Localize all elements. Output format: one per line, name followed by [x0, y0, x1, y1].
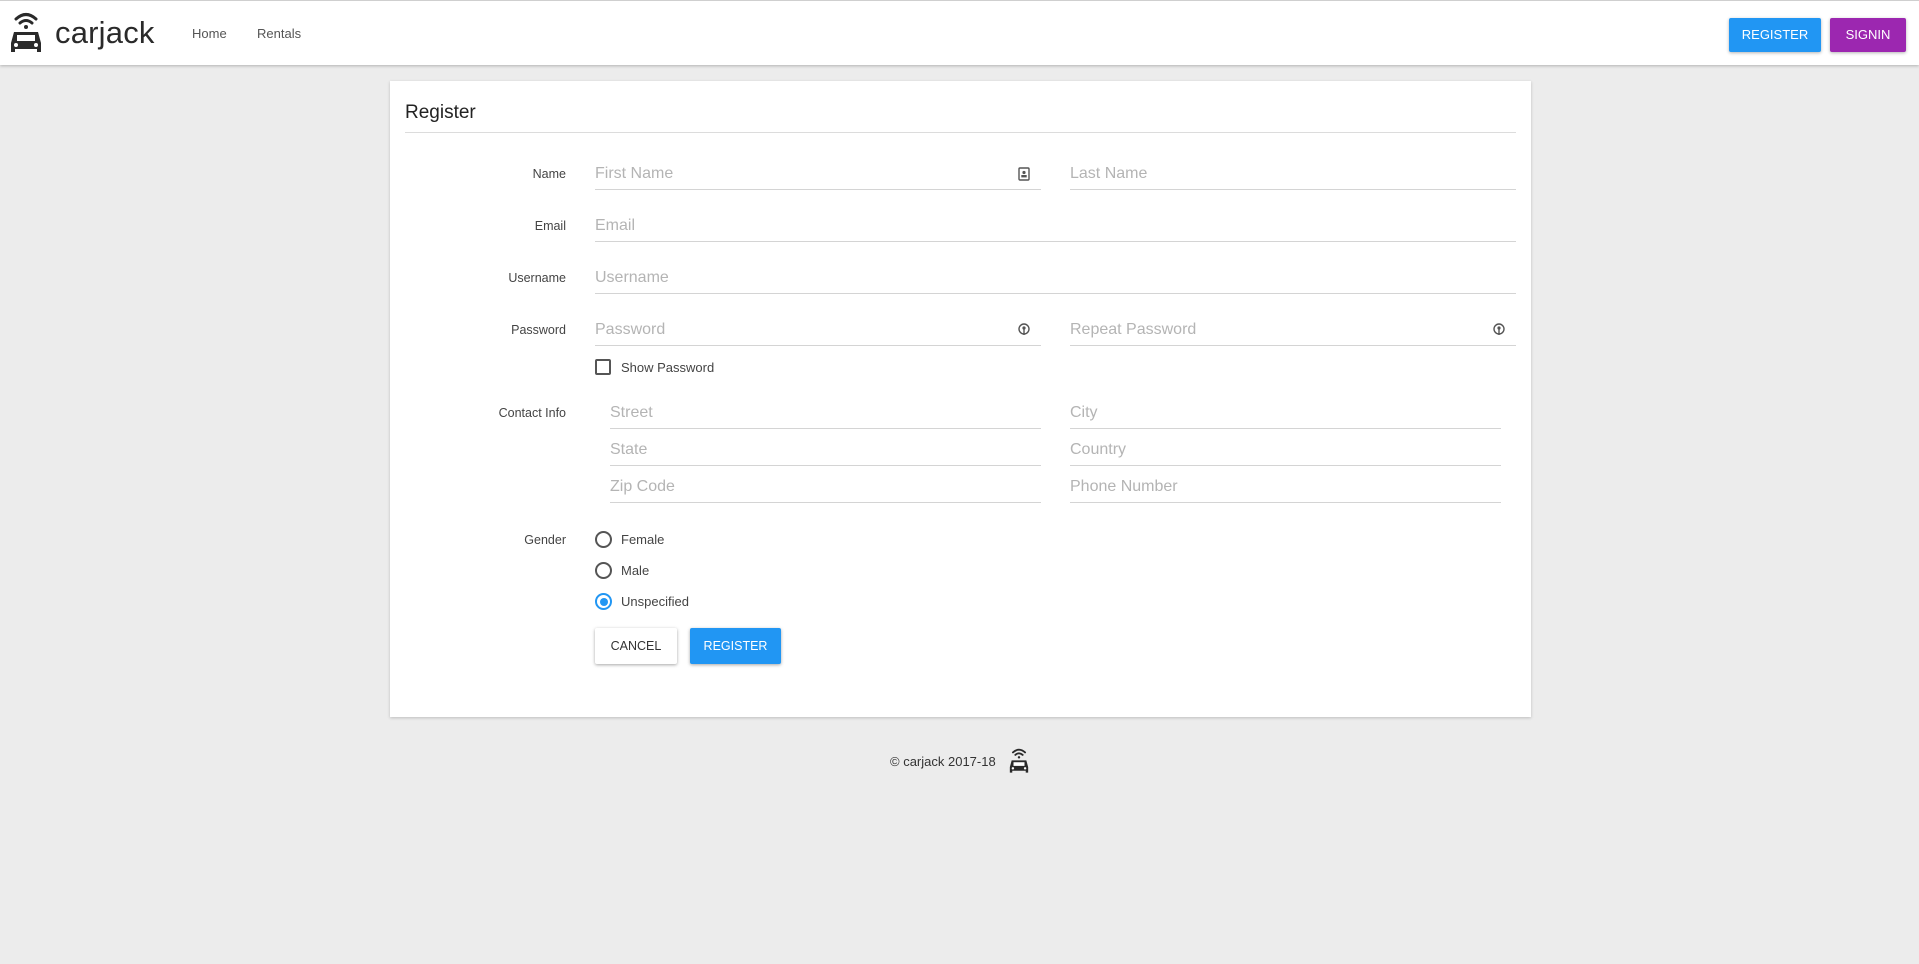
- gender-male-label[interactable]: Male: [621, 563, 649, 579]
- street-field[interactable]: [610, 399, 1041, 429]
- brand-logo[interactable]: carjack: [8, 10, 155, 56]
- gender-female-radio[interactable]: [595, 531, 612, 548]
- nav-rentals-link[interactable]: Rentals: [257, 26, 301, 42]
- country-input[interactable]: [1070, 436, 1501, 464]
- name-label: Name: [532, 167, 566, 181]
- gender-female-label[interactable]: Female: [621, 532, 664, 548]
- country-field[interactable]: [1070, 436, 1501, 466]
- last-name-field[interactable]: [1070, 160, 1516, 190]
- register-button[interactable]: REGISTER: [690, 628, 781, 664]
- phone-number-field[interactable]: [1070, 473, 1501, 503]
- zip-code-field[interactable]: [610, 473, 1041, 503]
- gender-unspecified-radio[interactable]: [595, 593, 612, 610]
- contact-info-label: Contact Info: [498, 406, 566, 420]
- gender-male-radio[interactable]: [595, 562, 612, 579]
- first-name-input[interactable]: [595, 160, 1041, 188]
- repeat-password-input[interactable]: [1070, 316, 1516, 344]
- register-card: Register Name Email Username Password: [390, 81, 1531, 717]
- last-name-input[interactable]: [1070, 160, 1516, 188]
- car-wifi-icon: [1009, 748, 1028, 773]
- username-field[interactable]: [595, 264, 1516, 294]
- gender-label: Gender: [524, 533, 566, 547]
- gender-unspecified-label[interactable]: Unspecified: [621, 594, 689, 610]
- show-password-label[interactable]: Show Password: [621, 360, 714, 376]
- page-title: Register: [405, 102, 476, 123]
- top-navbar: carjack Home Rentals REGISTER SIGNIN: [0, 0, 1919, 65]
- first-name-field[interactable]: [595, 160, 1041, 190]
- signin-nav-button[interactable]: SIGNIN: [1830, 18, 1906, 52]
- show-password-checkbox[interactable]: [595, 359, 611, 375]
- email-field[interactable]: [595, 212, 1516, 242]
- copyright-text: © carjack 2017-18: [890, 753, 996, 769]
- nav-home-link[interactable]: Home: [192, 26, 227, 42]
- city-input[interactable]: [1070, 399, 1501, 427]
- cancel-button[interactable]: CANCEL: [595, 628, 677, 664]
- password-label: Password: [511, 323, 566, 337]
- contact-card-icon: [1018, 167, 1030, 181]
- state-field[interactable]: [610, 436, 1041, 466]
- street-input[interactable]: [610, 399, 1041, 427]
- password-field[interactable]: [595, 316, 1041, 346]
- username-input[interactable]: [595, 264, 1516, 292]
- repeat-password-field[interactable]: [1070, 316, 1516, 346]
- car-wifi-icon: [11, 13, 41, 52]
- brand-name: carjack: [55, 15, 155, 50]
- email-input[interactable]: [595, 212, 1516, 240]
- email-label: Email: [534, 219, 566, 233]
- city-field[interactable]: [1070, 399, 1501, 429]
- phone-number-input[interactable]: [1070, 473, 1501, 501]
- footer: © carjack 2017-18: [890, 745, 1030, 777]
- password-key-icon: [1018, 323, 1030, 335]
- title-divider: [405, 132, 1516, 133]
- username-label: Username: [508, 271, 566, 285]
- password-input[interactable]: [595, 316, 1041, 344]
- register-nav-button[interactable]: REGISTER: [1729, 18, 1821, 52]
- zip-code-input[interactable]: [610, 473, 1041, 501]
- password-key-icon: [1493, 323, 1505, 335]
- state-input[interactable]: [610, 436, 1041, 464]
